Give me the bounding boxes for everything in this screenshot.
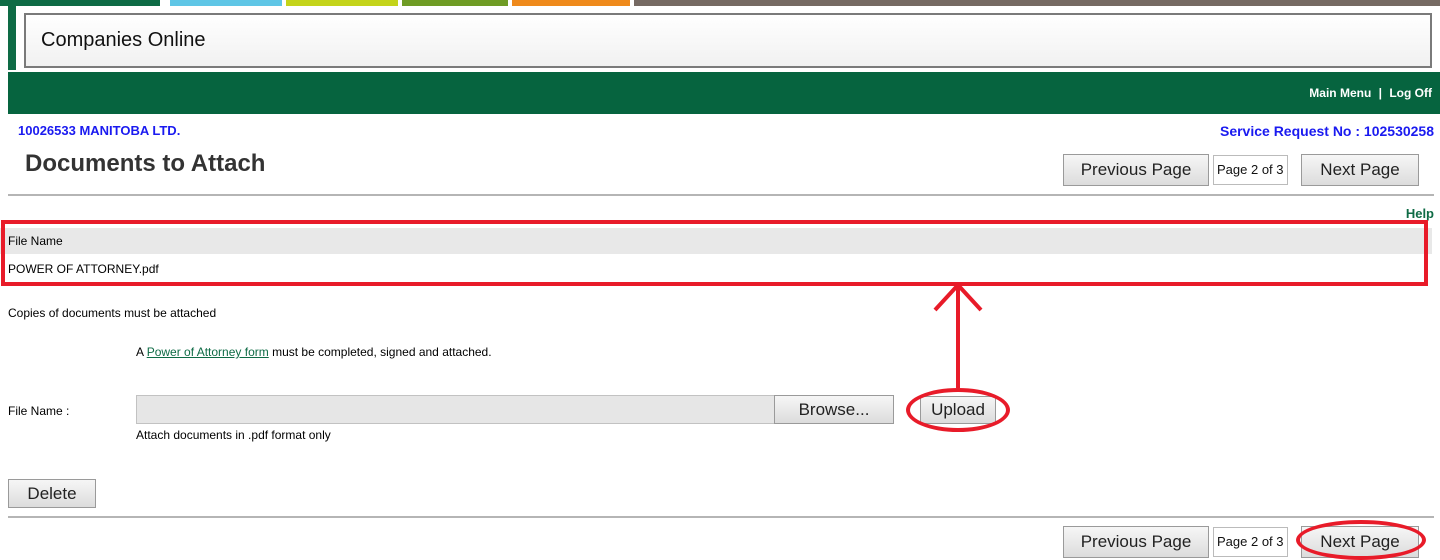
annotation-arrow-layer (933, 282, 983, 388)
annotation-up-arrow-icon (933, 282, 983, 388)
